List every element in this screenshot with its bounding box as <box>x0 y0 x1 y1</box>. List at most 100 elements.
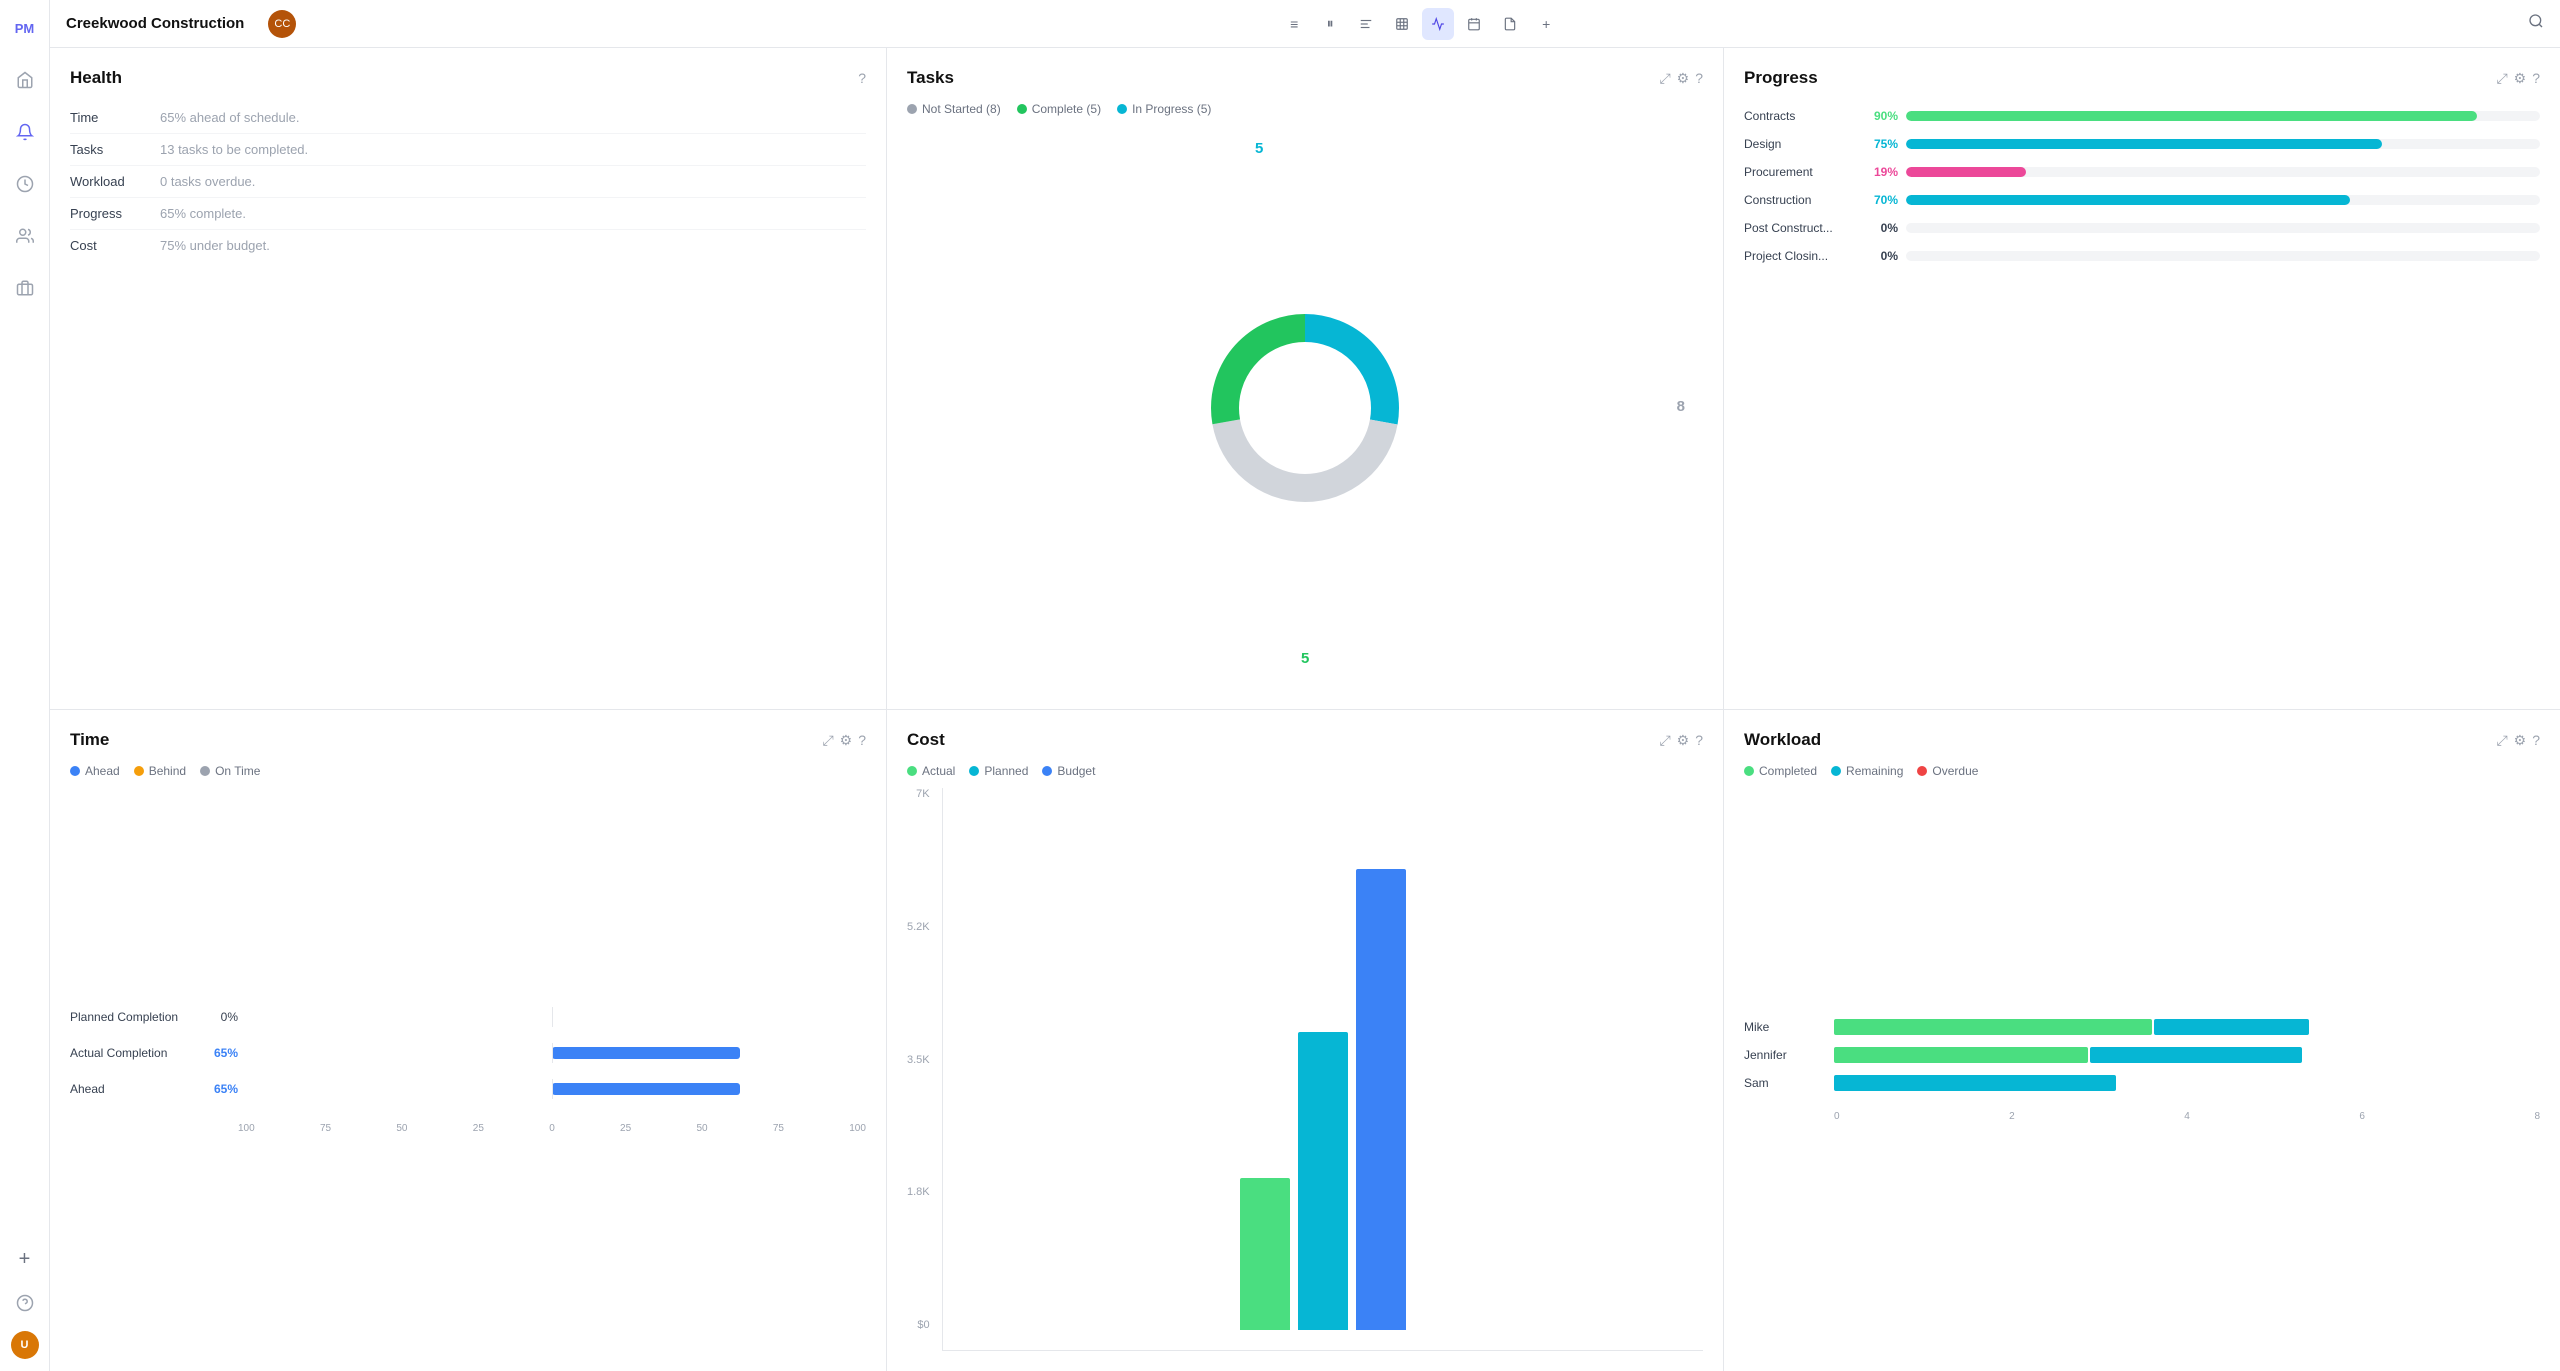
progress-procurement-pct: 19% <box>1862 165 1898 179</box>
time-legend: Ahead Behind On Time <box>70 764 866 778</box>
cost-title: Cost <box>907 730 945 750</box>
overdue-dot <box>1917 766 1927 776</box>
time-ahead-label: Ahead <box>70 1082 200 1096</box>
workload-expand-icon[interactable]: ⤢ <box>2496 732 2507 749</box>
workload-jennifer-remaining-bar <box>2090 1047 2302 1063</box>
workload-axis-0: 0 <box>1834 1111 1840 1122</box>
sidebar-help[interactable] <box>9 1287 41 1319</box>
progress-contracts-pct: 90% <box>1862 109 1898 123</box>
time-center-line <box>552 1007 553 1027</box>
tasks-help-icon[interactable]: ? <box>1695 70 1703 86</box>
time-axis: 100 75 50 25 0 25 50 75 100 <box>70 1123 866 1134</box>
not-started-dot <box>907 104 917 114</box>
time-axis-25r: 25 <box>620 1123 631 1134</box>
in-progress-label: In Progress (5) <box>1132 102 1211 116</box>
health-cost-value: 75% under budget. <box>160 238 270 253</box>
completed-dot <box>1744 766 1754 776</box>
workload-help-icon[interactable]: ? <box>2532 732 2540 748</box>
cost-bars <box>942 788 1703 1351</box>
cost-bar-budget <box>1356 869 1406 1330</box>
progress-contracts-label: Contracts <box>1744 109 1854 123</box>
health-time-label: Time <box>70 110 160 125</box>
progress-contracts-track <box>1906 111 2540 121</box>
time-planned-label: Planned Completion <box>70 1010 200 1024</box>
health-row-time: Time 65% ahead of schedule. <box>70 102 866 134</box>
sidebar-pm-logo[interactable]: PM <box>9 12 41 44</box>
complete-label: Complete (5) <box>1032 102 1101 116</box>
progress-design-pct: 75% <box>1862 137 1898 151</box>
cost-bar-actual <box>1240 1178 1290 1330</box>
progress-panel-header: Progress ⤢ ⚙ ? <box>1744 68 2540 88</box>
search-btn[interactable] <box>2528 13 2544 34</box>
time-actual-pct: 65% <box>200 1046 238 1060</box>
calendar-view-btn[interactable] <box>1458 8 1490 40</box>
progress-panel-actions: ⤢ ⚙ ? <box>2496 70 2540 87</box>
time-axis-50l: 50 <box>396 1123 407 1134</box>
sidebar-user-avatar[interactable]: U <box>11 1331 39 1359</box>
table-view-btn[interactable] <box>1386 8 1418 40</box>
time-actual-bar <box>552 1047 740 1059</box>
time-help-icon[interactable]: ? <box>858 732 866 748</box>
behind-dot <box>134 766 144 776</box>
gantt-view-btn[interactable] <box>1350 8 1382 40</box>
time-axis-0: 0 <box>549 1123 555 1134</box>
time-expand-icon[interactable]: ⤢ <box>822 732 833 749</box>
not-started-label: Not Started (8) <box>922 102 1001 116</box>
ontime-label: On Time <box>215 764 260 778</box>
sidebar-add[interactable]: + <box>9 1243 41 1275</box>
workload-jennifer-bars <box>1834 1047 2540 1063</box>
donut-chart-container: 5 8 5 <box>907 126 1703 689</box>
tasks-settings-icon[interactable]: ⚙ <box>1677 70 1690 87</box>
list-view-btn[interactable]: ≡ <box>1278 8 1310 40</box>
progress-row-procurement: Procurement 19% <box>1744 158 2540 186</box>
tasks-panel-header: Tasks ⤢ ⚙ ? <box>907 68 1703 88</box>
donut-chart-svg <box>1195 298 1415 518</box>
progress-expand-icon[interactable]: ⤢ <box>2496 70 2507 87</box>
sidebar-briefcase[interactable] <box>9 272 41 304</box>
progress-settings-icon[interactable]: ⚙ <box>2514 70 2527 87</box>
workload-jennifer-label: Jennifer <box>1744 1048 1834 1062</box>
workload-title: Workload <box>1744 730 1821 750</box>
workload-settings-icon[interactable]: ⚙ <box>2514 732 2527 749</box>
time-title: Time <box>70 730 109 750</box>
dashboard-view-btn[interactable] <box>1422 8 1454 40</box>
progress-procurement-bar <box>1906 167 2026 177</box>
cost-settings-icon[interactable]: ⚙ <box>1677 732 1690 749</box>
time-ahead-bar <box>552 1083 740 1095</box>
health-time-value: 65% ahead of schedule. <box>160 110 300 125</box>
column-view-btn[interactable]: ⏸ <box>1314 8 1346 40</box>
health-help-icon[interactable]: ? <box>858 70 866 86</box>
tasks-title: Tasks <box>907 68 954 88</box>
progress-procurement-track <box>1906 167 2540 177</box>
progress-construction-bar <box>1906 195 2350 205</box>
workload-mike-label: Mike <box>1744 1020 1834 1034</box>
workload-legend-overdue: Overdue <box>1917 764 1978 778</box>
time-axis-25l: 25 <box>473 1123 484 1134</box>
progress-row-postconstruct: Post Construct... 0% <box>1744 214 2540 242</box>
progress-design-track <box>1906 139 2540 149</box>
health-progress-value: 65% complete. <box>160 206 246 221</box>
sidebar-users[interactable] <box>9 220 41 252</box>
progress-procurement-label: Procurement <box>1744 165 1854 179</box>
workload-axis-8: 8 <box>2534 1111 2540 1122</box>
sidebar-bell[interactable] <box>9 116 41 148</box>
cost-expand-icon[interactable]: ⤢ <box>1659 732 1670 749</box>
progress-row-projectclosing: Project Closin... 0% <box>1744 242 2540 270</box>
time-axis-75l: 75 <box>320 1123 331 1134</box>
progress-help-icon[interactable]: ? <box>2532 70 2540 86</box>
progress-projectclosing-label: Project Closin... <box>1744 249 1854 263</box>
progress-title: Progress <box>1744 68 1818 88</box>
cost-legend-budget: Budget <box>1042 764 1095 778</box>
cost-panel-actions: ⤢ ⚙ ? <box>1659 732 1703 749</box>
time-center-line2 <box>552 1043 553 1063</box>
sidebar-clock[interactable] <box>9 168 41 200</box>
health-workload-value: 0 tasks overdue. <box>160 174 255 189</box>
add-view-btn[interactable]: + <box>1530 8 1562 40</box>
sidebar-home[interactable] <box>9 64 41 96</box>
time-actual-bararea <box>238 1043 866 1063</box>
doc-view-btn[interactable] <box>1494 8 1526 40</box>
time-settings-icon[interactable]: ⚙ <box>840 732 853 749</box>
cost-help-icon[interactable]: ? <box>1695 732 1703 748</box>
tasks-expand-icon[interactable]: ⤢ <box>1659 70 1670 87</box>
ahead-dot <box>70 766 80 776</box>
